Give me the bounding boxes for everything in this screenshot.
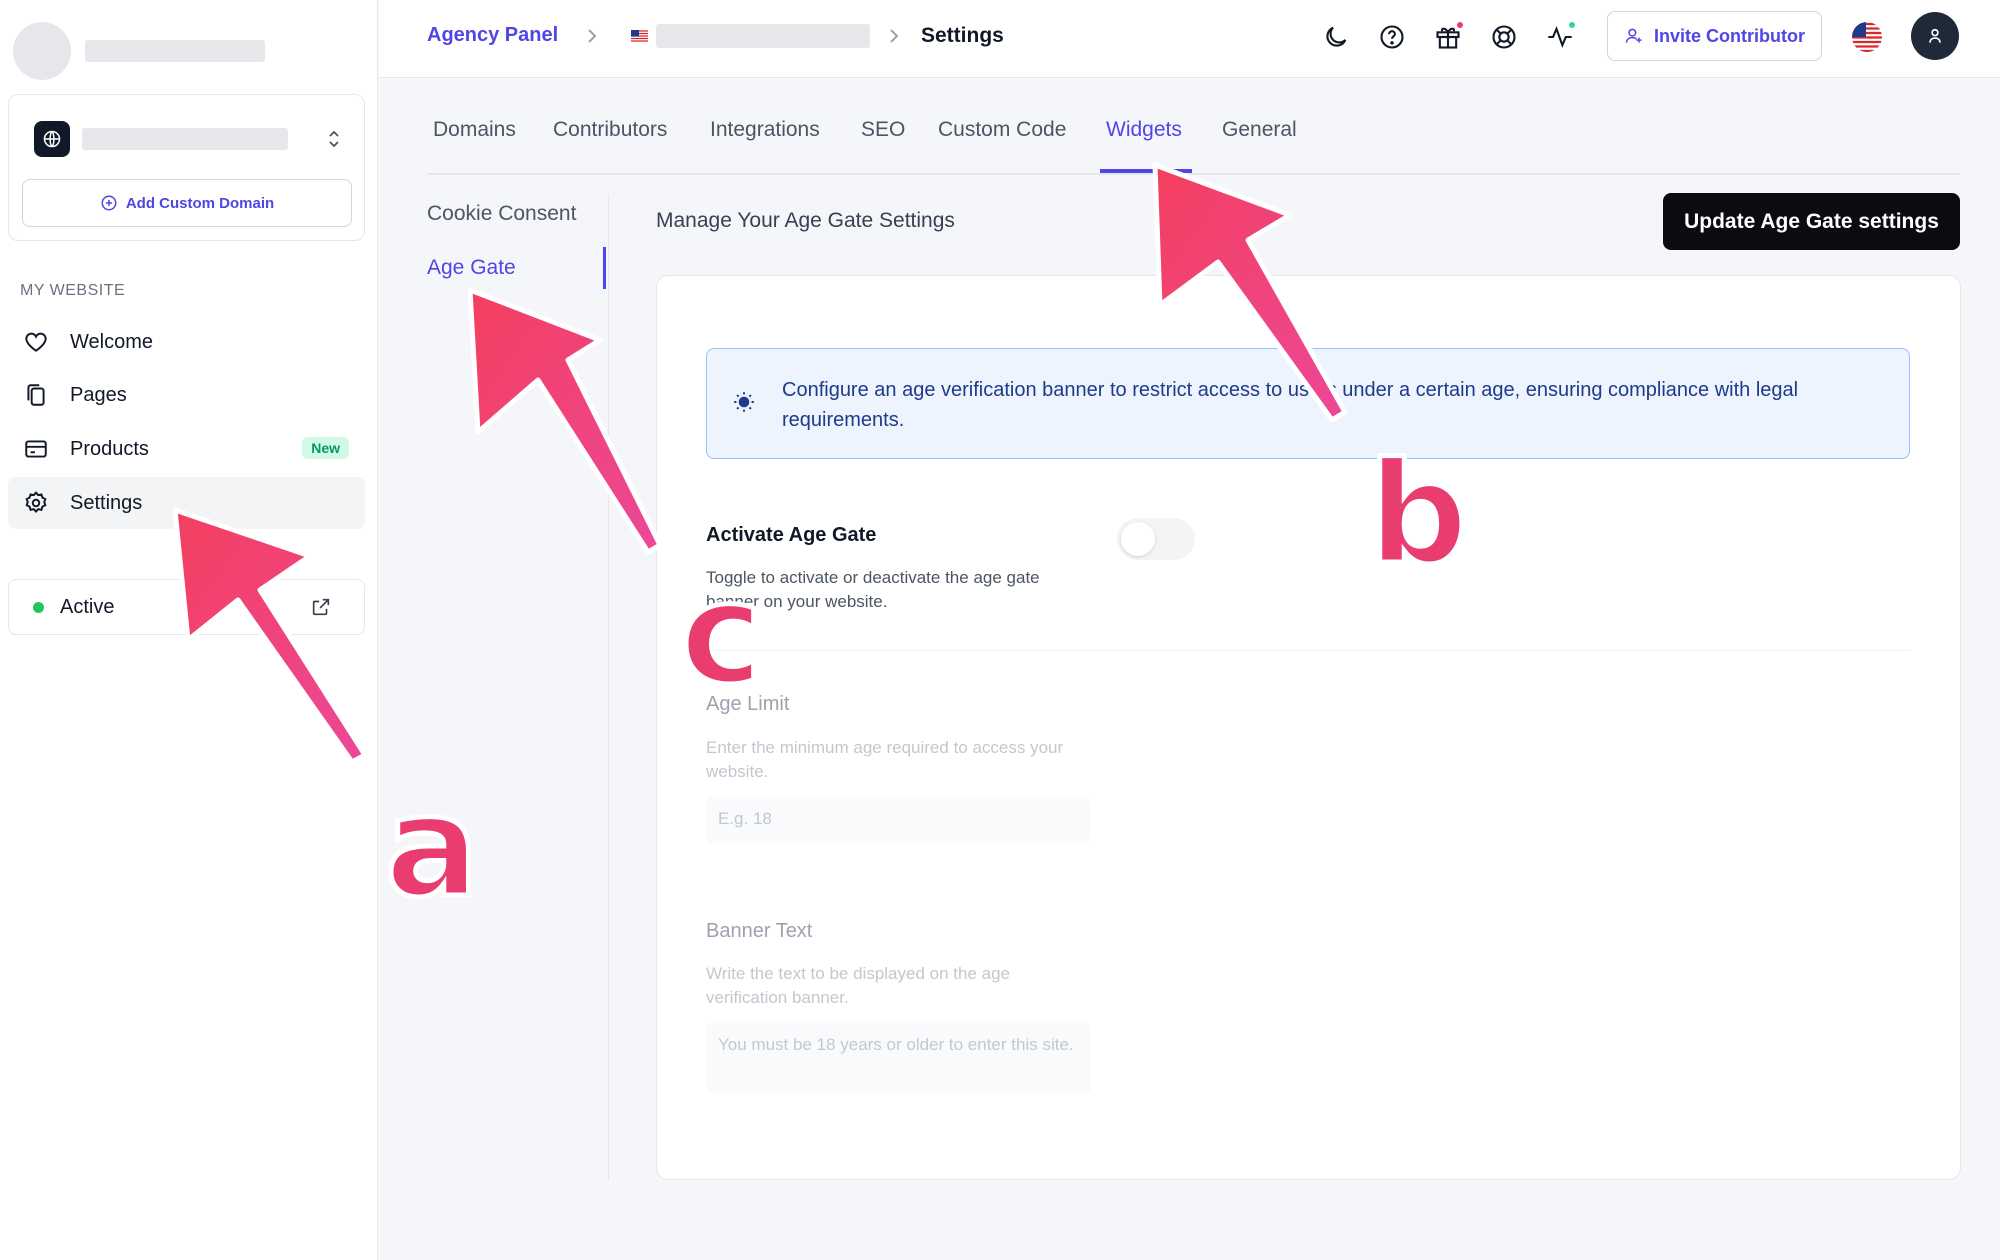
notification-dot: [1455, 20, 1465, 30]
sidebar-item-label: Products: [70, 437, 149, 460]
lightbulb-icon: [731, 389, 759, 417]
top-bar: Agency Panel Settings Invite Contributor: [379, 0, 2000, 78]
sidebar-item-products[interactable]: Products New: [8, 423, 365, 475]
user-avatar: [13, 22, 71, 80]
info-text: Configure an age verification banner to …: [782, 379, 1799, 431]
chevron-right-icon: [884, 24, 904, 48]
moon-icon[interactable]: [1319, 20, 1353, 54]
help-icon[interactable]: [1375, 20, 1409, 54]
sidebar-item-settings[interactable]: Settings: [8, 477, 365, 529]
external-link-icon[interactable]: [310, 596, 334, 620]
plus-circle-icon: [101, 195, 117, 211]
chevron-right-icon: [582, 24, 602, 48]
website-status-card[interactable]: Active: [8, 579, 365, 635]
age-gate-panel: Configure an age verification banner to …: [656, 275, 1961, 1180]
subnav-active-indicator: [603, 247, 606, 289]
subnav-divider: [608, 194, 609, 1180]
activate-age-gate-toggle[interactable]: [1117, 518, 1195, 560]
status-dot: [33, 601, 44, 613]
user-icon: [1929, 28, 1941, 43]
subnav-cookie-consent[interactable]: Cookie Consent: [427, 202, 576, 226]
tab-general[interactable]: General: [1222, 118, 1297, 142]
tab-custom-code[interactable]: Custom Code: [938, 118, 1066, 142]
sidebar-item-pages[interactable]: Pages: [8, 369, 365, 421]
support-icon[interactable]: [1487, 20, 1521, 54]
add-custom-domain-button[interactable]: Add Custom Domain: [22, 179, 352, 227]
info-banner: Configure an age verification banner to …: [706, 348, 1910, 459]
chevron-up-down-icon[interactable]: [322, 127, 346, 151]
annotation-letter-c: c: [678, 553, 766, 716]
website-switcher-card: Add Custom Domain: [8, 94, 365, 241]
status-label: Active: [60, 595, 115, 618]
notification-dot: [1567, 20, 1577, 30]
tab-seo[interactable]: SEO: [861, 118, 905, 142]
annotation-letter-a: a: [382, 766, 482, 929]
section-label-my-website: MY WEBSITE: [20, 282, 126, 299]
banner-text-title: Banner Text: [706, 920, 813, 942]
new-badge: New: [302, 437, 349, 459]
activity-icon[interactable]: [1543, 20, 1577, 54]
age-limit-desc: Enter the minimum age required to access…: [706, 738, 1064, 781]
user-row[interactable]: [13, 22, 265, 80]
sidebar: Add Custom Domain MY WEBSITE Welcome Pag…: [0, 0, 378, 1260]
sidebar-item-label: Welcome: [70, 330, 153, 353]
invite-contributor-button[interactable]: Invite Contributor: [1607, 11, 1822, 61]
credit-card-icon: [22, 435, 50, 463]
tab-domains[interactable]: Domains: [433, 118, 516, 142]
banner-text-desc: Write the text to be displayed on the ag…: [706, 964, 1010, 1007]
sidebar-item-label: Settings: [70, 491, 143, 514]
breadcrumb-settings: Settings: [921, 24, 1004, 47]
divider: [706, 650, 1910, 651]
settings-tabs: Domains Contributors Integrations SEO Cu…: [427, 100, 1961, 175]
add-custom-domain-label: Add Custom Domain: [125, 194, 275, 212]
breadcrumb-agency-panel[interactable]: Agency Panel: [427, 24, 558, 47]
user-plus-icon: [1625, 28, 1642, 43]
active-tab-indicator: [1100, 169, 1192, 173]
user-name-redacted: [85, 40, 265, 62]
age-limit-input[interactable]: E.g. 18: [706, 797, 1091, 843]
annotation-letter-b: b: [1365, 433, 1470, 596]
heart-icon: [22, 328, 50, 356]
website-selector[interactable]: [34, 121, 346, 157]
sidebar-item-welcome[interactable]: Welcome: [8, 316, 365, 368]
tab-integrations[interactable]: Integrations: [710, 118, 820, 142]
profile-avatar-button[interactable]: [1911, 12, 1959, 60]
language-flag-icon[interactable]: [1852, 22, 1882, 52]
website-name-redacted: [82, 128, 288, 150]
update-age-gate-button[interactable]: Update Age Gate settings: [1663, 193, 1960, 250]
content-title: Manage Your Age Gate Settings: [656, 209, 955, 232]
globe-icon: [34, 121, 70, 157]
us-flag-icon: [631, 29, 648, 42]
toggle-knob: [1121, 522, 1155, 556]
sidebar-item-label: Pages: [70, 383, 127, 406]
gear-icon: [22, 489, 50, 517]
breadcrumb-website-redacted[interactable]: [656, 24, 870, 48]
subnav-age-gate[interactable]: Age Gate: [427, 256, 516, 280]
invite-contributor-label: Invite Contributor: [1654, 25, 1805, 46]
pages-icon: [22, 381, 50, 409]
activate-age-gate-desc: Toggle to activate or deactivate the age…: [706, 568, 1040, 611]
gift-icon[interactable]: [1431, 20, 1465, 54]
annotation-arrow-c: [467, 287, 663, 555]
tab-widgets[interactable]: Widgets: [1106, 118, 1182, 142]
tab-contributors[interactable]: Contributors: [553, 118, 667, 142]
activate-age-gate-title: Activate Age Gate: [706, 524, 877, 546]
banner-text-input[interactable]: You must be 18 years or older to enter t…: [706, 1023, 1091, 1093]
